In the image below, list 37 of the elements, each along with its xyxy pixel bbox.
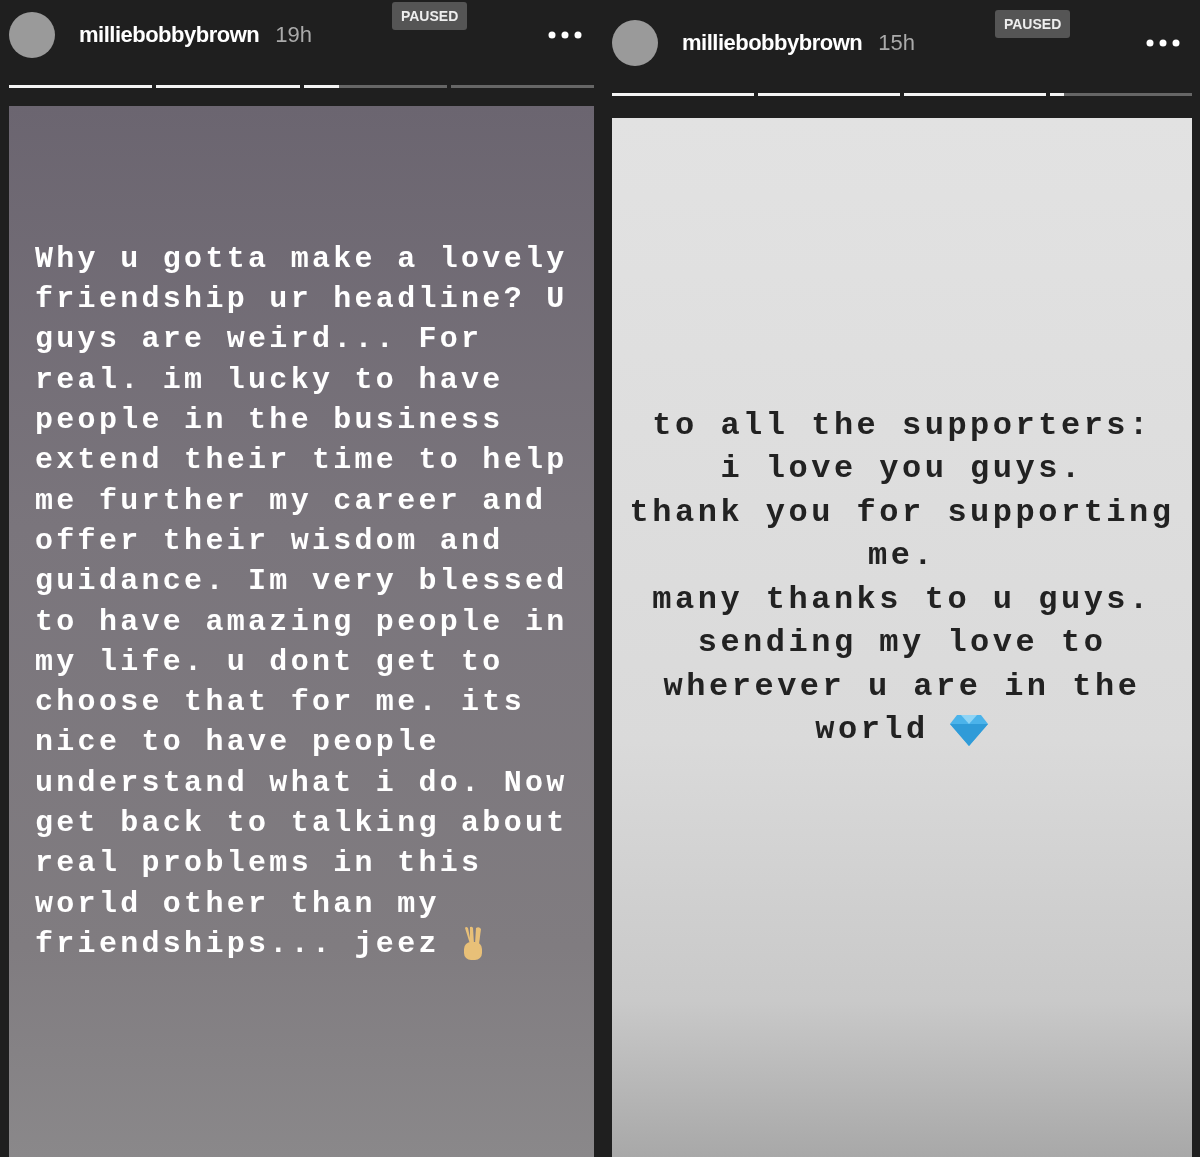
- more-options-icon[interactable]: [1146, 39, 1180, 47]
- paused-badge: PAUSED: [994, 10, 1071, 38]
- story-text-line: me.: [867, 536, 937, 576]
- story-text-line: real. im lucky to have: [35, 361, 504, 399]
- story-text-line: many thanks to u guys.: [652, 579, 1152, 620]
- story-text-line: to all the supporters:: [652, 405, 1152, 446]
- story-text-line: guidance. Im very blessed: [35, 563, 568, 601]
- story-text-line: Why u gotta make a lovely: [35, 240, 568, 278]
- story-text-line: friendship ur headline? U: [35, 281, 568, 319]
- post-time: 19h: [275, 22, 312, 48]
- username[interactable]: milliebobbybrown: [79, 22, 260, 48]
- story-text-line: my life. u dont get to: [35, 643, 504, 681]
- story-text-line: world other than my: [35, 885, 440, 923]
- post-time: 15h: [878, 30, 915, 56]
- story-text-line: people in the business: [35, 402, 504, 439]
- more-options-icon[interactable]: [548, 31, 582, 39]
- avatar[interactable]: [9, 12, 55, 58]
- story-text-line: guys are weird... For: [35, 321, 483, 359]
- story-text-line: extend their time to help: [35, 442, 568, 480]
- story-text-line: get back to talking about: [35, 805, 568, 842]
- story-text-line: thank you for supporting: [629, 492, 1175, 533]
- diamond-icon: [948, 712, 989, 747]
- story-text-line: world: [815, 710, 929, 750]
- story-text-line: wherever u are in the: [663, 666, 1141, 707]
- story-text-line: understand what i do. Now: [35, 764, 568, 802]
- story-text-line: real problems in this: [35, 845, 483, 883]
- story-text-line: i love you guys.: [720, 449, 1084, 489]
- story-text-line: offer their wisdom and: [35, 522, 504, 560]
- story-text-line: to have amazing people in: [35, 603, 568, 641]
- story-text-line: friendships... jeez: [35, 925, 440, 963]
- story-text-line: sending my love to: [697, 623, 1107, 663]
- avatar[interactable]: [612, 20, 658, 66]
- story-text-line: choose that for me. its: [35, 684, 525, 722]
- story-text-line: me further my career and: [35, 482, 547, 520]
- story-text-line: nice to have people: [35, 724, 440, 762]
- username[interactable]: milliebobbybrown: [682, 30, 863, 56]
- paused-badge: PAUSED: [391, 2, 468, 30]
